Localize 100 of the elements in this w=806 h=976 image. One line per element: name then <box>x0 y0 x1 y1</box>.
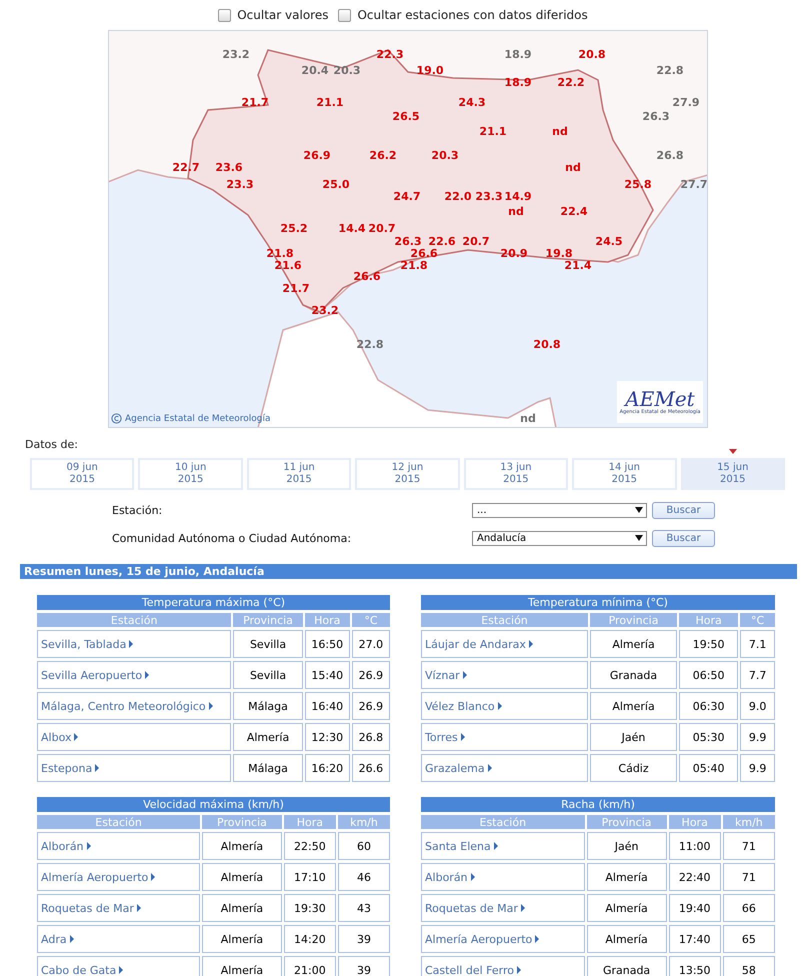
station-link[interactable]: Estepona <box>41 762 92 774</box>
station-link[interactable]: Santa Elena <box>425 840 491 852</box>
station-value: 21.4 <box>564 259 592 272</box>
select-field[interactable]: Andalucía <box>472 530 647 546</box>
arrow-icon <box>520 904 525 912</box>
station-link[interactable]: Vélez Blanco <box>425 700 495 712</box>
logo-text: AEMet <box>625 389 695 409</box>
arrow-icon <box>145 670 150 678</box>
dropdown-caret-icon <box>635 535 643 541</box>
table-cell: Almería <box>202 832 282 860</box>
table-cell: 7.1 <box>740 630 775 658</box>
station-value: 20.8 <box>533 338 561 351</box>
station-value: 24.5 <box>595 235 623 248</box>
station-value: 22.8 <box>656 64 684 77</box>
date-tab[interactable]: 09 jun 2015 <box>30 458 134 490</box>
station-value: 21.1 <box>316 96 344 109</box>
date-tab[interactable]: 13 jun 2015 <box>464 458 568 490</box>
station-value: 14.4 <box>338 222 366 235</box>
table-cell: 46 <box>338 863 390 891</box>
column-header: Estación <box>421 613 588 627</box>
dates-label: Datos de: <box>25 438 78 452</box>
station-value: 25.8 <box>624 178 652 191</box>
station-link[interactable]: Víznar <box>425 668 460 682</box>
table-cell: Almería <box>586 863 667 891</box>
table-cell: Almería <box>202 956 282 976</box>
table-cell: 15:40 <box>304 661 350 689</box>
table-cell: Sevilla <box>233 630 303 658</box>
table-cell: 65 <box>722 925 775 953</box>
table-cell: Almería <box>202 863 282 891</box>
date-tab[interactable]: 14 jun 2015 <box>572 458 677 490</box>
station-value: 25.2 <box>280 222 308 235</box>
table-cell: Jaén <box>586 832 667 860</box>
summary-bar: Resumen lunes, 15 de junio, Andalucía <box>20 564 797 579</box>
station-value: 26.5 <box>392 110 420 123</box>
station-link[interactable]: Castell del Ferro <box>425 964 514 976</box>
date-tab[interactable]: 12 jun 2015 <box>355 458 460 490</box>
table-cell: 26.8 <box>352 723 390 751</box>
column-header: km/h <box>722 815 775 829</box>
arrow-icon <box>462 670 467 678</box>
table-cell: 7.7 <box>740 661 775 689</box>
station-link[interactable]: Alborán <box>41 840 84 852</box>
arrow-icon <box>70 934 74 942</box>
station-link[interactable]: Almería Aeropuerto <box>41 870 148 884</box>
station-link[interactable]: Sevilla Aeropuerto <box>41 668 142 682</box>
station-link[interactable]: Alborán <box>425 870 468 884</box>
station-link[interactable]: Sevilla, Tablada <box>41 638 126 650</box>
table-cell: 60 <box>338 832 390 860</box>
select-field[interactable]: ... <box>472 502 647 518</box>
table-cell: 16:20 <box>304 754 350 782</box>
station-link[interactable]: Torres <box>425 730 458 744</box>
date-tab[interactable]: 10 jun 2015 <box>138 458 243 490</box>
search-button[interactable]: Buscar <box>652 530 715 546</box>
arrow-icon <box>208 702 213 710</box>
checkbox[interactable] <box>218 8 232 22</box>
checkbox-label[interactable]: Ocultar estaciones con datos diferidos <box>357 8 588 22</box>
station-value: 23.3 <box>475 190 503 203</box>
search-button[interactable]: Buscar <box>652 502 715 518</box>
station-value: 26.9 <box>303 149 331 162</box>
station-value: 25.0 <box>322 178 350 191</box>
station-value: nd <box>552 125 568 138</box>
column-header: Provincia <box>233 613 303 627</box>
table-title: Racha (km/h) <box>421 797 775 812</box>
station-value: 27.7 <box>680 178 707 191</box>
station-link[interactable]: Almería Aeropuerto <box>425 932 532 946</box>
checkbox-label[interactable]: Ocultar valores <box>237 8 328 22</box>
station-value: nd <box>520 412 536 425</box>
station-value: 18.9 <box>504 48 532 61</box>
station-link[interactable]: Roquetas de Mar <box>41 902 134 914</box>
filter-label: Estación: <box>112 504 164 516</box>
station-value: 20.7 <box>368 222 396 235</box>
station-value: 22.6 <box>428 235 456 248</box>
station-value: 21.7 <box>282 282 310 295</box>
station-link[interactable]: Albox <box>41 730 72 744</box>
table-cell: Granada <box>590 661 678 689</box>
table-cell: Almería <box>590 692 678 720</box>
station-value: 21.6 <box>274 259 302 272</box>
date-tab[interactable]: 15 jun 2015 <box>680 458 785 490</box>
arrow-icon <box>95 764 100 772</box>
table-cell: 9.9 <box>740 754 775 782</box>
station-value: 21.8 <box>400 259 428 272</box>
station-link[interactable]: Grazalema <box>425 762 485 774</box>
station-link[interactable]: Roquetas de Mar <box>425 902 518 914</box>
column-header: °C <box>740 613 775 627</box>
arrow-icon <box>136 904 141 912</box>
station-link[interactable]: Málaga, Centro Meteorológico <box>41 700 206 712</box>
checkbox[interactable] <box>338 8 352 22</box>
station-link[interactable]: Adra <box>41 932 67 946</box>
table-cell: Málaga <box>233 692 303 720</box>
station-link[interactable]: Láujar de Andarax <box>425 638 526 650</box>
table-cell: Almería <box>233 723 303 751</box>
table-cell: 17:10 <box>284 863 336 891</box>
station-link[interactable]: Cabo de Gata <box>41 964 116 976</box>
table-cell: Málaga <box>233 754 303 782</box>
station-value: 21.7 <box>241 96 269 109</box>
date-tab[interactable]: 11 jun 2015 <box>246 458 352 490</box>
filter-label: Comunidad Autónoma o Ciudad Autónoma: <box>112 532 352 544</box>
station-value: 20.4 <box>301 64 329 77</box>
station-value: 20.9 <box>500 247 528 260</box>
map-credit: Agencia Estatal de Meteorología <box>125 414 270 424</box>
table-cell: 19:50 <box>679 630 738 658</box>
